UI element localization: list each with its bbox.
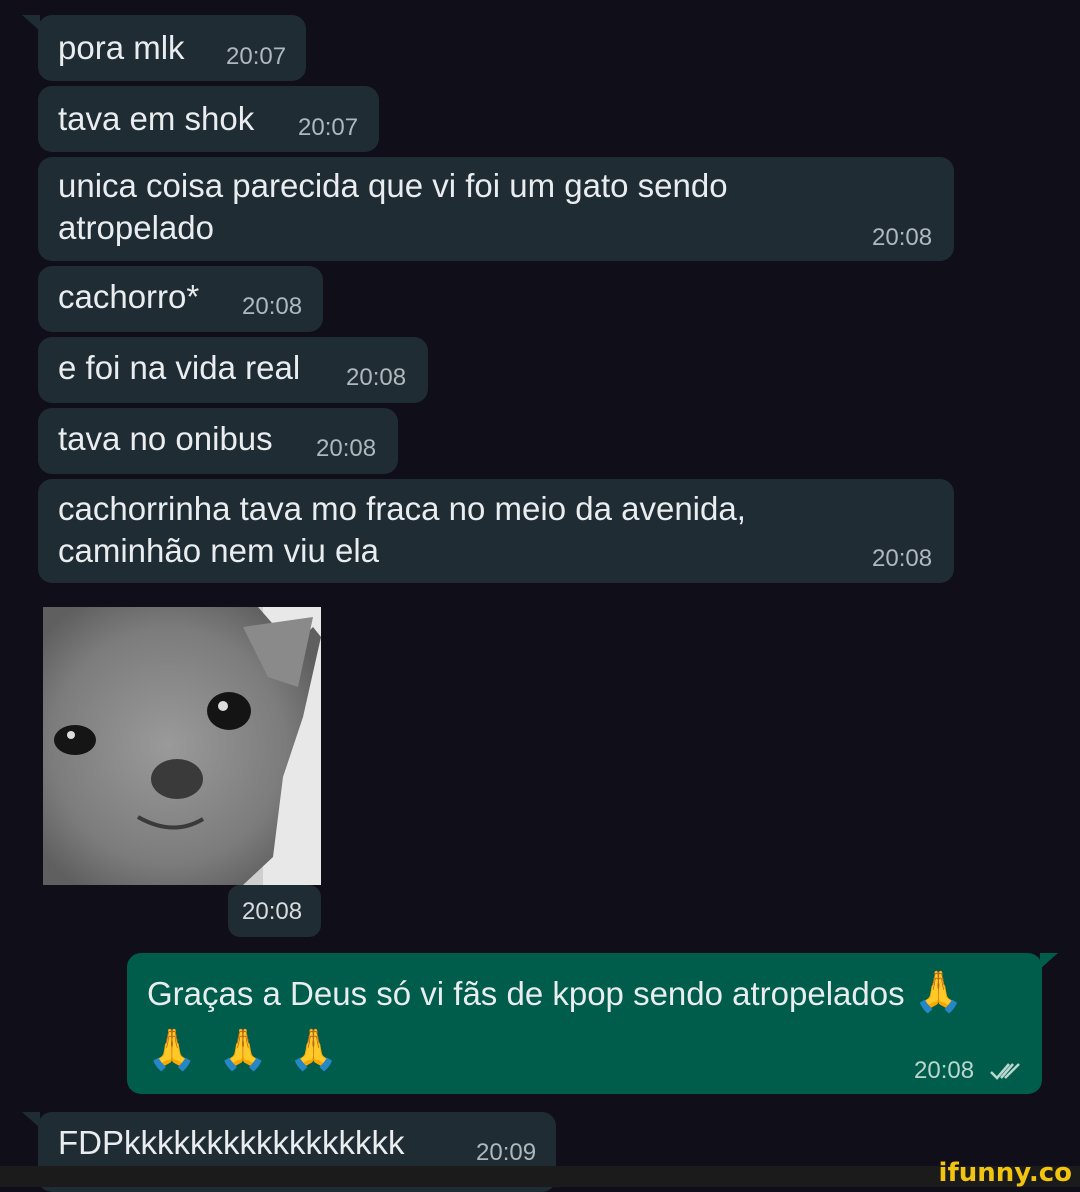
message-text: FDPkkkkkkkkkkkkkkkkk (58, 1124, 405, 1161)
ifunny-watermark: ifunny.co (938, 1158, 1072, 1188)
watermark-bar: ifunny.co (0, 1159, 1080, 1187)
message-bubble[interactable]: tava em shok 20:07 (38, 86, 379, 152)
message-text: cachorrinha tava mo fraca no meio da ave… (58, 490, 746, 569)
message-time: 20:08 (872, 224, 933, 251)
message-time: 20:07 (226, 43, 287, 70)
praying-hands-emoji: 🙏 (217, 1028, 268, 1072)
double-check-icon (990, 1063, 1020, 1080)
outgoing-text: Graças a Deus só vi fãs de kpop sendo at… (147, 975, 905, 1012)
message-time: 20:07 (298, 114, 359, 141)
praying-hands-emoji: 🙏 (288, 1028, 339, 1072)
sticker-time-badge: 20:08 (228, 885, 321, 937)
chihuahua-sticker-icon[interactable] (43, 607, 321, 885)
message-text: tava no onibus (58, 420, 273, 457)
message-time: 20:08 (346, 364, 407, 391)
message-bubble[interactable]: cachorrinha tava mo fraca no meio da ave… (38, 479, 954, 583)
message-text: Graças a Deus só vi fãs de kpop sendo at… (147, 971, 964, 1015)
message-bubble[interactable]: cachorro* 20:08 (38, 266, 323, 332)
message-time: 20:09 (476, 1139, 537, 1166)
message-text: cachorro* (58, 278, 200, 315)
message-bubble[interactable]: e foi na vida real 20:08 (38, 337, 428, 403)
message-bubble[interactable]: tava no onibus 20:08 (38, 408, 398, 474)
praying-hands-emoji: 🙏 (913, 970, 964, 1014)
message-text: tava em shok (58, 100, 255, 137)
message-text: unica coisa parecida que vi foi um gato … (58, 167, 728, 246)
praying-hands-emoji: 🙏 (147, 1028, 197, 1072)
message-text: e foi na vida real (58, 349, 301, 386)
message-time: 20:08 (872, 545, 933, 572)
message-text: pora mlk (58, 29, 185, 66)
sticker-time: 20:08 (242, 898, 303, 925)
message-bubble[interactable]: pora mlk 20:07 (22, 15, 306, 81)
message-time: 20:08 (914, 1057, 975, 1084)
emoji-row: 🙏 🙏 🙏 (147, 1026, 339, 1073)
message-bubble[interactable]: unica coisa parecida que vi foi um gato … (38, 157, 954, 261)
outgoing-message-bubble[interactable]: Graças a Deus só vi fãs de kpop sendo at… (127, 953, 1058, 1094)
message-time: 20:08 (242, 293, 303, 320)
message-time: 20:08 (316, 435, 377, 462)
